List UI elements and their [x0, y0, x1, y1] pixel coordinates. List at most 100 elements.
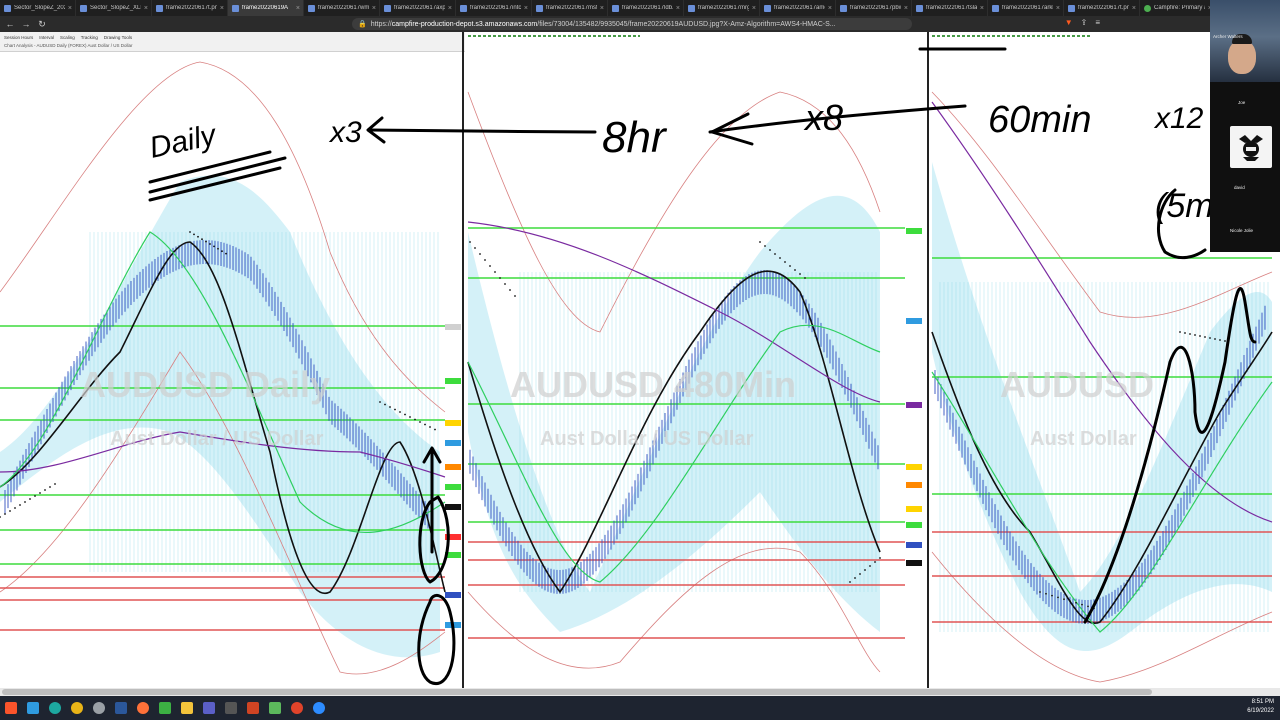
tab-favicon-icon: [156, 4, 163, 12]
menu-icon[interactable]: ≡: [1095, 18, 1100, 27]
sar-dot: [1214, 338, 1216, 340]
sar-dot: [769, 249, 771, 251]
tradingapp-icon[interactable]: [220, 696, 242, 720]
file-explorer-icon[interactable]: [176, 696, 198, 720]
teams-icon[interactable]: [198, 696, 220, 720]
sar-dot: [489, 265, 491, 267]
participant-name-2: Joe: [1238, 100, 1246, 105]
tab-label: frame20220617intc: [470, 5, 521, 11]
price-axis-tag: [906, 402, 922, 408]
browser-tab[interactable]: frame20220617t.png ×: [152, 0, 228, 16]
tab-close-icon[interactable]: ×: [676, 5, 680, 12]
system-clock[interactable]: 8:51 PM 6/19/2022: [1247, 698, 1274, 716]
annotation-daily: Daily: [147, 118, 221, 165]
tradestation-icon[interactable]: [154, 696, 176, 720]
browser-tab[interactable]: frame20220617amd ×: [760, 0, 836, 16]
tab-close-icon[interactable]: ×: [1132, 5, 1136, 12]
tab-close-icon[interactable]: ×: [448, 5, 452, 12]
tab-close-icon[interactable]: ×: [220, 5, 224, 12]
back-icon[interactable]: ←: [4, 19, 16, 29]
clock-date: 6/19/2022: [1247, 708, 1274, 714]
browser-tab[interactable]: Sector_SlopeZ_XLF_X×: [76, 0, 152, 16]
brave-app-icon[interactable]: [0, 696, 22, 720]
zoom-icon[interactable]: [308, 696, 330, 720]
sar-dot: [784, 261, 786, 263]
tab-close-icon[interactable]: ×: [144, 5, 148, 12]
word-icon[interactable]: [110, 696, 132, 720]
tab-favicon-icon: [4, 4, 11, 12]
sar-dot: [799, 273, 801, 275]
url-field[interactable]: 🔒 https://campfire-production-depot.s3.a…: [352, 18, 912, 30]
tab-close-icon[interactable]: ×: [1056, 5, 1060, 12]
sar-dot: [494, 271, 496, 273]
tab-close-icon[interactable]: ×: [904, 5, 908, 12]
browser-tab[interactable]: frame20220617t.png ×: [1064, 0, 1140, 16]
price-axis-tag: [906, 542, 922, 548]
tab-close-icon[interactable]: ×: [524, 5, 528, 12]
horizontal-scrollbar[interactable]: [0, 688, 1280, 696]
sar-dot: [1087, 605, 1089, 608]
tab-favicon-icon: [460, 4, 467, 12]
record-icon[interactable]: [286, 696, 308, 720]
chart-app-icon[interactable]: [264, 696, 286, 720]
price-axis-tag: [906, 228, 922, 234]
browser-tab[interactable]: frame20220617mrg.p×: [684, 0, 760, 16]
tab-close-icon[interactable]: ×: [752, 5, 756, 12]
sar-dot: [409, 416, 411, 418]
sar-dot: [1063, 598, 1065, 601]
forward-icon[interactable]: →: [20, 19, 32, 29]
settings-icon[interactable]: [88, 696, 110, 720]
sar-dot: [49, 486, 51, 488]
firefox-icon[interactable]: [132, 696, 154, 720]
slides-icon[interactable]: [242, 696, 264, 720]
sar-dot: [869, 565, 871, 567]
tab-favicon-icon: [612, 4, 619, 12]
tab-favicon-icon: [384, 4, 391, 12]
browser-tab[interactable]: frame20220617tsla.p ×: [912, 0, 988, 16]
tab-label: frame20220617msft: [546, 5, 597, 11]
reload-icon[interactable]: ↻: [36, 19, 48, 30]
tab-close-icon[interactable]: ×: [828, 5, 832, 12]
chart-watermark-symbol: AUDUSD: [1000, 364, 1154, 405]
presenter-face: [1228, 40, 1256, 74]
chrome-icon[interactable]: [66, 696, 88, 720]
browser-tab[interactable]: frame20220619A ×: [228, 0, 304, 16]
chart-watermark-desc: Aust Dollar / US Dollar: [110, 428, 324, 450]
annotation-8hr: 8hr: [602, 113, 668, 162]
tab-close-icon[interactable]: ×: [296, 5, 300, 12]
sar-dot: [54, 483, 56, 485]
sar-dot: [384, 403, 386, 406]
browser-tab[interactable]: frame20220617intc ×: [456, 0, 532, 16]
tab-label: frame20220617t.png: [1078, 5, 1129, 11]
browser-tab[interactable]: Sector_SlopeZ_2022060×: [0, 0, 76, 16]
browser-tab[interactable]: frame20220617ldb.pn×: [608, 0, 684, 16]
edge-icon[interactable]: [44, 696, 66, 720]
tab-close-icon[interactable]: ×: [980, 5, 984, 12]
browser-tab[interactable]: frame20220617axp.p×: [380, 0, 456, 16]
tab-close-icon[interactable]: ×: [68, 5, 72, 12]
sar-dot: [879, 557, 881, 559]
browser-tab[interactable]: frame20220617arkk ×: [988, 0, 1064, 16]
share-icon[interactable]: ⇪: [1081, 18, 1088, 27]
browser-tab[interactable]: frame20220617pbw.p×: [836, 0, 912, 16]
sar-dot: [874, 561, 876, 563]
tab-close-icon[interactable]: ×: [600, 5, 604, 12]
browser-tab[interactable]: frame20220617wmt ×: [304, 0, 380, 16]
sar-dot: [469, 241, 471, 243]
scrollbar-thumb[interactable]: [2, 689, 1152, 695]
sar-dot: [201, 238, 203, 241]
sar-dot: [1199, 335, 1201, 337]
tab-label: frame20220617amd: [774, 5, 825, 11]
brave-shield-icon[interactable]: ▼: [1065, 18, 1073, 27]
participant-name-4: Nicole Jolie: [1230, 228, 1254, 233]
annotation-5m: (5m: [1155, 187, 1214, 225]
browser-tab[interactable]: frame20220617msft ×: [532, 0, 608, 16]
tab-label: frame20220617arkk: [1002, 5, 1053, 11]
sar-dot: [1179, 331, 1181, 333]
browser-tab[interactable]: Campfire: Primary an×: [1140, 0, 1216, 16]
windows-start-icon[interactable]: [22, 696, 44, 720]
sar-dot: [213, 245, 215, 248]
sar-dot: [404, 413, 406, 416]
tab-close-icon[interactable]: ×: [372, 5, 376, 12]
sar-dot: [779, 257, 781, 259]
